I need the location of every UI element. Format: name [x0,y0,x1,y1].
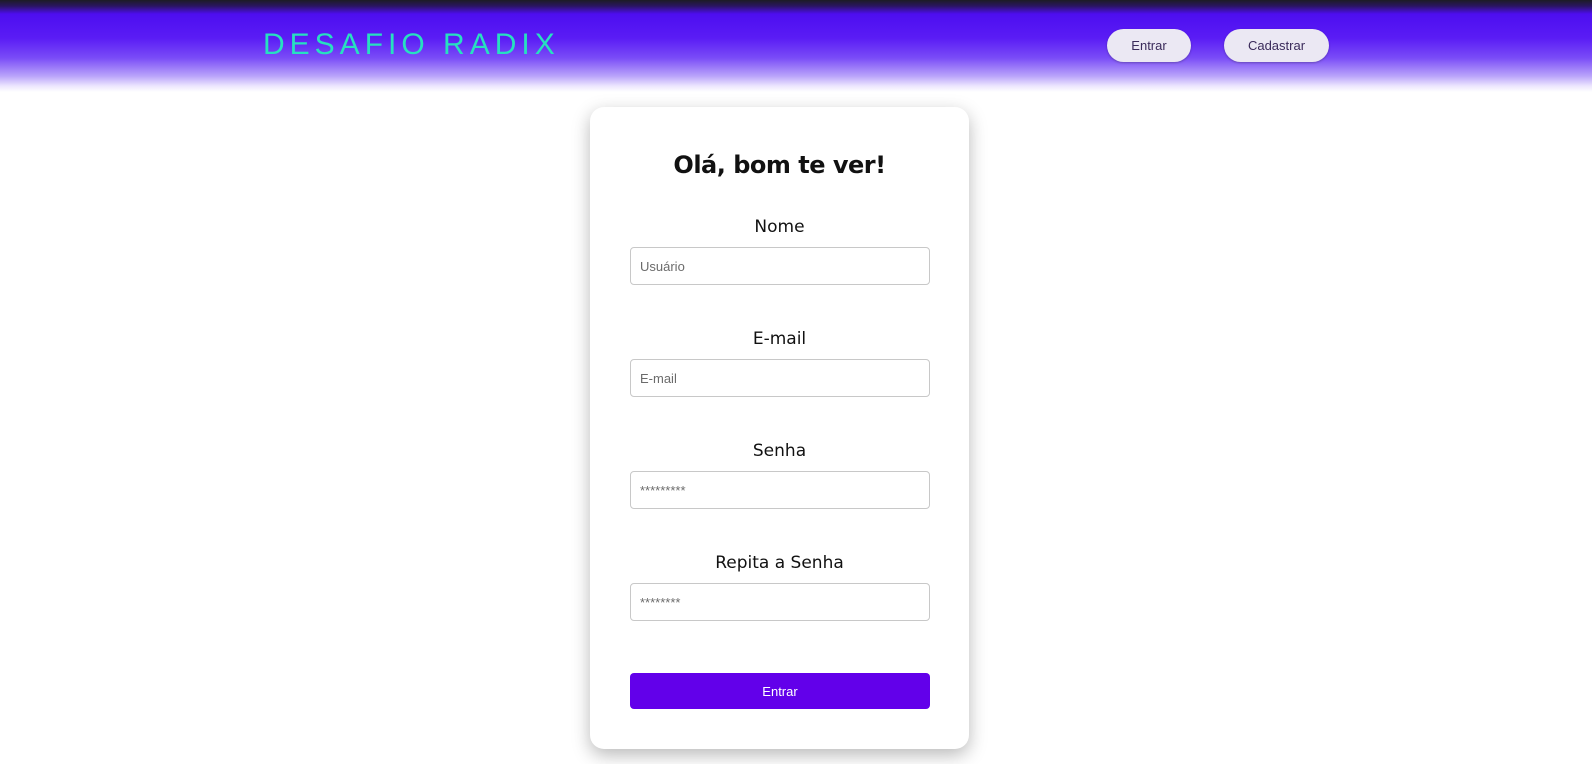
app-logo[interactable]: DESAFIO RADIX [263,27,560,63]
email-input[interactable] [630,359,930,397]
signup-nav-button[interactable]: Cadastrar [1224,29,1329,62]
signup-card: Olá, bom te ver! Nome E-mail Senha Repit… [590,107,969,749]
confirm-password-label: Repita a Senha [715,553,844,573]
name-label: Nome [754,217,805,237]
password-input[interactable] [630,471,930,509]
password-label: Senha [752,441,807,461]
login-nav-button[interactable]: Entrar [1107,29,1191,62]
email-label: E-mail [752,329,807,349]
submit-button[interactable]: Entrar [630,673,930,709]
name-input[interactable] [630,247,930,285]
confirm-password-input[interactable] [630,583,930,621]
form-title: Olá, bom te ver! [673,151,886,179]
top-header: DESAFIO RADIX Entrar Cadastrar [0,0,1592,92]
